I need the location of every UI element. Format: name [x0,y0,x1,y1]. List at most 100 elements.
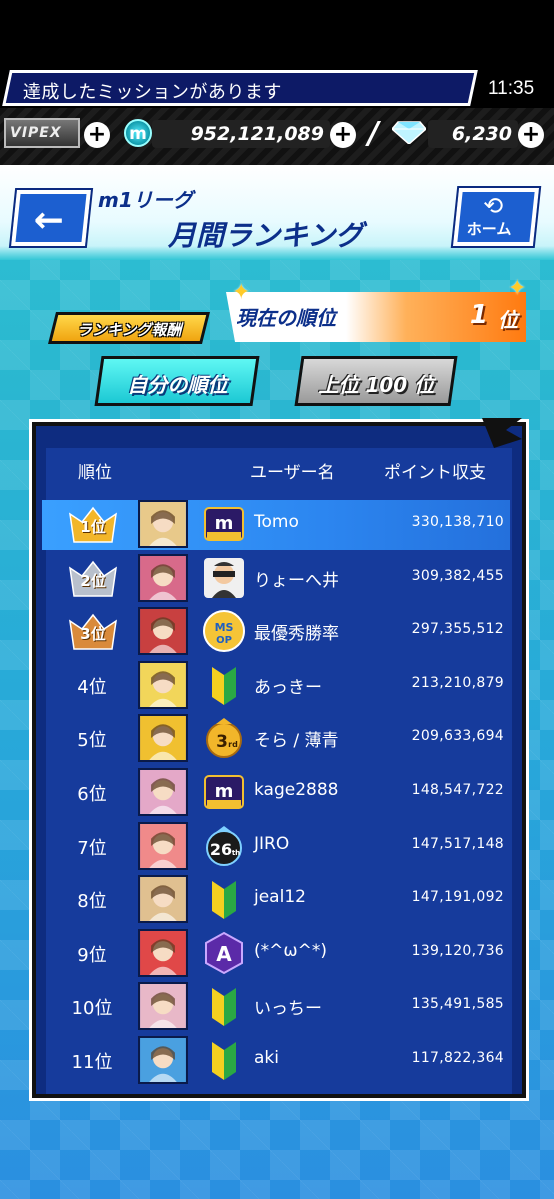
player-avatar[interactable] [138,928,188,977]
rank-number: 5位 [77,730,107,752]
rank-number: 8位 [77,891,107,913]
user-name: JIRO [254,833,290,854]
table-row[interactable]: 5位 3rd そら / 薄青 209,633,694 [42,714,510,764]
user-name: jeal12 [254,887,306,908]
player-avatar[interactable] [138,553,188,602]
svg-text:th: th [232,849,240,857]
beginner-leaf-badge-icon [202,984,246,1028]
table-row[interactable]: 10位 いっちー 135,491,585 [42,982,510,1032]
point-balance: 309,382,455 [411,567,504,584]
back-button[interactable]: ← [8,188,94,248]
diamond-icon [392,121,426,144]
point-balance: 148,547,722 [411,782,504,798]
rank-number: 9位 [77,944,107,966]
table-row[interactable]: 11位 aki 117,822,364 [42,1036,510,1086]
player-avatar[interactable] [138,714,188,763]
rank-number: 4位 [77,676,107,698]
user-name: (*^ω^*) [254,940,327,961]
legend-badge-icon: m [202,502,246,546]
point-balance: 147,191,092 [411,889,504,906]
refresh-icon: ⟲ [483,192,504,220]
ms-op-badge-icon: MS OP [202,609,246,653]
user-name: Tomo [254,512,299,532]
tab-top-100-label: 上位 100 位 [318,373,435,397]
mission-notice-text: 達成したミッションがあります [22,82,282,103]
sunglasses-avatar-badge-icon [202,556,246,600]
rank-medal-icon: 2位 [62,556,124,602]
vip-add-button[interactable]: + [84,122,110,148]
user-name: あっきー [254,677,322,698]
ranking-reward-button[interactable]: ランキング報酬 [48,312,210,344]
home-button-label: ホーム [466,220,512,238]
rank-number: 10位 [71,998,113,1020]
user-name: そら / 薄青 [254,731,339,752]
svg-text:m: m [215,513,234,534]
tab-top-100[interactable]: 上位 100 位 [294,356,458,406]
player-avatar[interactable] [138,660,188,709]
legend-badge-icon: m [202,770,246,814]
point-balance: 213,210,879 [411,674,504,691]
table-row[interactable]: 1位 m Tomo 330,138,710 [42,500,510,550]
current-rank-unit: 位 [498,308,518,332]
svg-text:26: 26 [210,840,232,859]
table-row[interactable]: 7位 26th JIRO 147,517,148 [42,821,510,872]
beginner-leaf-badge-icon [202,663,246,707]
svg-text:OP: OP [216,635,232,646]
point-balance: 330,138,710 [411,514,504,530]
back-arrow-icon: ← [33,200,64,241]
user-name: りょーへ井 [254,570,339,591]
point-balance: 135,491,585 [411,996,504,1013]
point-balance: 147,517,148 [411,835,504,852]
sparkle-star-icon: ✦ [232,280,251,305]
table-row[interactable]: 4位 あっきー 213,210,879 [42,660,510,711]
point-balance: 297,355,512 [411,621,504,638]
rank-number: 7位 [77,837,107,859]
svg-text:rd: rd [228,740,238,749]
current-rank-banner: 現在の順位 1 位 [226,292,526,342]
point-balance: 139,120,736 [411,942,504,959]
table-row[interactable]: 6位 m kage2888 148,547,722 [42,768,510,818]
player-avatar[interactable] [138,607,188,656]
point-balance: 117,822,364 [411,1050,504,1066]
home-button[interactable]: ⟲ ホーム [450,186,542,248]
26th-badge-icon: 26th [202,824,246,868]
rank-medal-icon: 3位 [62,609,124,655]
coin-balance: 952,121,089 [152,120,330,148]
point-balance: 209,633,694 [411,728,504,745]
player-avatar[interactable] [138,821,188,870]
ranking-reward-label: ランキング報酬 [76,321,182,339]
coin-add-button[interactable]: + [330,122,356,148]
beginner-leaf-badge-icon [202,1038,246,1082]
vip-rank-badge: VIPEX [4,118,80,148]
tab-my-rank-label: 自分の順位 [127,373,228,397]
column-header-rank: 順位 [78,463,112,483]
svg-text:3: 3 [216,732,228,752]
divider-slash: / [368,116,379,151]
tab-my-rank[interactable]: 自分の順位 [94,356,260,406]
table-row[interactable]: 9位 A (*^ω^*) 139,120,736 [42,928,510,979]
user-name: いっちー [254,999,322,1020]
3rd-badge-icon: 3rd [202,716,246,760]
m-coin-icon: m [124,119,152,147]
player-avatar[interactable] [138,982,188,1031]
mission-notice-banner[interactable]: 達成したミッションがあります [2,70,478,106]
player-avatar[interactable] [138,500,188,548]
gem-add-button[interactable]: + [518,122,544,148]
player-avatar[interactable] [138,875,188,924]
table-row[interactable]: 2位 りょーへ井 309,382,455 [42,553,510,604]
clock: 11:35 [488,78,535,99]
rank-number: 11位 [71,1052,113,1073]
player-avatar[interactable] [138,768,188,816]
league-name: m1リーグ [98,188,193,212]
user-name: 最優秀勝率 [254,624,339,645]
a-rank-badge-icon: A [202,931,246,975]
rank-medal-label: 3位 [80,625,106,644]
svg-text:MS: MS [215,621,234,634]
column-header-points: ポイント収支 [384,463,486,483]
player-avatar[interactable] [138,1036,188,1084]
svg-text:A: A [216,942,232,966]
user-name: aki [254,1048,279,1068]
table-row[interactable]: 8位 jeal12 147,191,092 [42,875,510,925]
rank-number: 6位 [77,784,107,805]
table-row[interactable]: 3位 MS OP 最優秀勝率 297,355,512 [42,607,510,657]
